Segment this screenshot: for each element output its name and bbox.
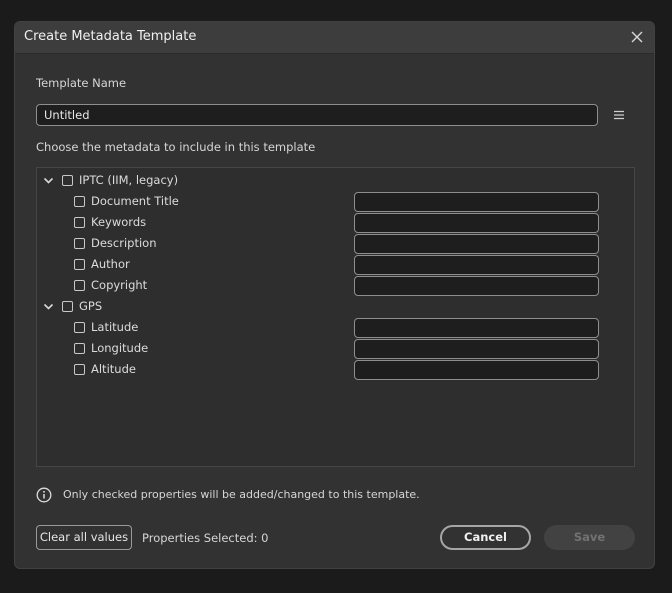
item-checkbox-author[interactable]: [74, 259, 85, 270]
group-checkbox-iptc[interactable]: [62, 175, 73, 186]
item-label-description: Description: [91, 236, 157, 250]
item-label-altitude: Altitude: [91, 362, 136, 376]
cancel-button[interactable]: Cancel: [440, 525, 531, 550]
save-button[interactable]: Save: [544, 525, 635, 550]
group-row-gps: GPS: [37, 296, 634, 317]
item-checkbox-altitude[interactable]: [74, 364, 85, 375]
dialog-title: Create Metadata Template: [24, 29, 197, 44]
group-label-gps: GPS: [79, 299, 103, 313]
item-row-latitude: Latitude: [37, 317, 634, 338]
item-label-longitude: Longitude: [91, 341, 149, 355]
item-input-copyright[interactable]: [354, 276, 599, 296]
info-icon: [36, 487, 52, 503]
group-row-iptc: IPTC (IIM, legacy): [37, 170, 634, 191]
item-label-keywords: Keywords: [91, 215, 147, 229]
item-checkbox-latitude[interactable]: [74, 322, 85, 333]
create-metadata-template-dialog: Create Metadata Template Template Name C…: [14, 21, 655, 569]
hamburger-menu-icon[interactable]: [612, 108, 626, 122]
item-row-keywords: Keywords: [37, 212, 634, 233]
item-row-author: Author: [37, 254, 634, 275]
item-row-copyright: Copyright: [37, 275, 634, 296]
item-input-altitude[interactable]: [354, 360, 599, 380]
metadata-tree: IPTC (IIM, legacy) Document Title Keywor…: [36, 167, 635, 467]
item-row-description: Description: [37, 233, 634, 254]
dialog-titlebar: Create Metadata Template: [15, 22, 654, 54]
item-row-document-title: Document Title: [37, 191, 634, 212]
item-checkbox-longitude[interactable]: [74, 343, 85, 354]
info-text: Only checked properties will be added/ch…: [63, 488, 420, 501]
group-label-iptc: IPTC (IIM, legacy): [79, 173, 179, 187]
item-checkbox-document-title[interactable]: [74, 196, 85, 207]
item-checkbox-keywords[interactable]: [74, 217, 85, 228]
item-checkbox-copyright[interactable]: [74, 280, 85, 291]
item-input-author[interactable]: [354, 255, 599, 275]
chevron-down-icon[interactable]: [43, 175, 54, 186]
item-input-longitude[interactable]: [354, 339, 599, 359]
template-name-input[interactable]: [36, 104, 598, 126]
template-name-label: Template Name: [36, 76, 127, 90]
item-input-keywords[interactable]: [354, 213, 599, 233]
item-input-description[interactable]: [354, 234, 599, 254]
group-checkbox-gps[interactable]: [62, 301, 73, 312]
item-label-latitude: Latitude: [91, 320, 139, 334]
choose-metadata-label: Choose the metadata to include in this t…: [36, 140, 316, 154]
item-checkbox-description[interactable]: [74, 238, 85, 249]
item-label-document-title: Document Title: [91, 194, 179, 208]
close-icon[interactable]: [628, 28, 646, 46]
properties-selected-count: Properties Selected: 0: [142, 531, 269, 545]
item-row-longitude: Longitude: [37, 338, 634, 359]
item-label-author: Author: [91, 257, 130, 271]
chevron-down-icon[interactable]: [43, 301, 54, 312]
item-label-copyright: Copyright: [91, 278, 148, 292]
clear-all-values-button[interactable]: Clear all values: [36, 525, 132, 550]
item-input-document-title[interactable]: [354, 192, 599, 212]
item-row-altitude: Altitude: [37, 359, 634, 380]
item-input-latitude[interactable]: [354, 318, 599, 338]
